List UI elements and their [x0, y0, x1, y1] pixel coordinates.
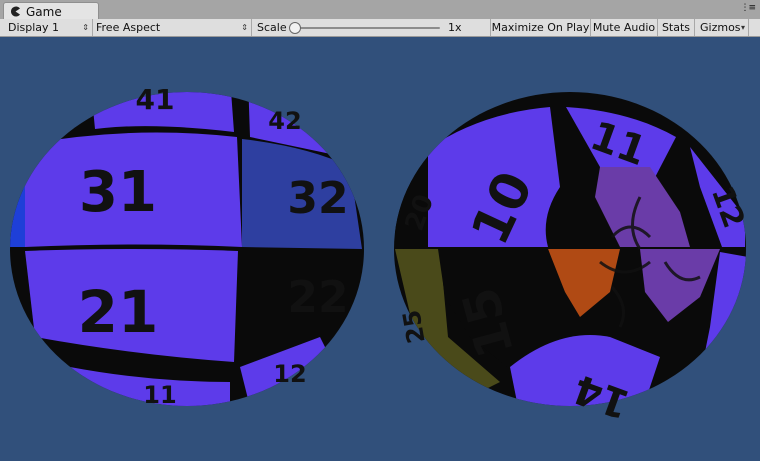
display-label: Display 1 — [8, 21, 60, 34]
label-21: 21 — [78, 278, 159, 346]
updown-arrow-icon: ⇕ — [241, 23, 248, 32]
label-11: 11 — [143, 381, 176, 409]
gizmos-label: Gizmos — [700, 21, 741, 34]
label-25: 25 — [397, 308, 430, 346]
label-41: 41 — [136, 83, 175, 116]
pacman-icon — [10, 6, 21, 17]
tab-bar: Game ⋮≡ — [0, 0, 760, 20]
maximize-on-play-button[interactable]: Maximize On Play — [491, 19, 591, 36]
scale-value: 1x — [448, 21, 462, 34]
scale-slider-track[interactable] — [293, 27, 440, 29]
game-viewport[interactable]: 31 32 21 22 41 42 11 12 10 11 12 15 14 2… — [0, 37, 760, 461]
label-32: 32 — [287, 173, 348, 224]
updown-arrow-icon: ⇕ — [82, 23, 89, 32]
scale-label: Scale — [257, 21, 287, 34]
aspect-label: Free Aspect — [96, 21, 161, 34]
left-sphere — [10, 92, 364, 406]
scale-slider-thumb[interactable] — [289, 22, 301, 34]
tab-game[interactable]: Game — [3, 2, 99, 20]
dropdown-arrow-icon: ▾ — [740, 23, 745, 32]
label-42: 42 — [268, 107, 301, 135]
scene-render: 31 32 21 22 41 42 11 12 10 11 12 15 14 2… — [10, 83, 751, 427]
label-31: 31 — [79, 160, 157, 225]
label-22: 22 — [287, 272, 348, 323]
stats-button[interactable]: Stats — [658, 19, 695, 36]
tab-label: Game — [26, 5, 62, 19]
right-sphere — [394, 92, 746, 406]
window-menu-icon[interactable]: ⋮≡ — [740, 4, 756, 13]
aspect-dropdown[interactable]: Free Aspect ⇕ — [91, 19, 252, 36]
display-dropdown[interactable]: Display 1 ⇕ — [3, 19, 93, 36]
mute-audio-button[interactable]: Mute Audio — [591, 19, 658, 36]
gizmos-dropdown[interactable]: Gizmos ▾ — [695, 19, 749, 36]
label-12: 12 — [273, 360, 306, 388]
